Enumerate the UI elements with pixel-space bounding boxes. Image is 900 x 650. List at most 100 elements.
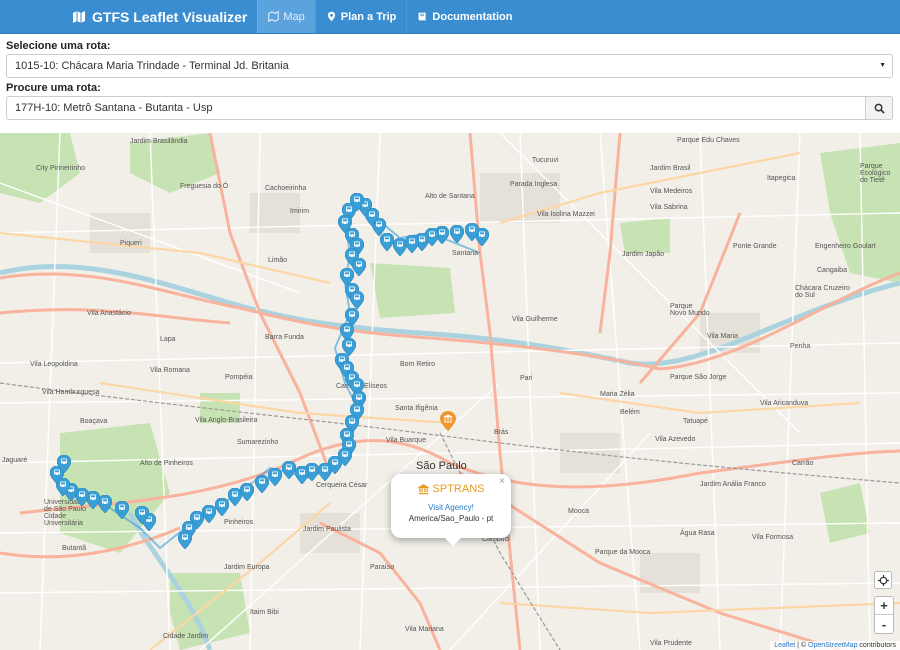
bus-stop-marker[interactable]: [178, 531, 192, 549]
osm-link[interactable]: OpenStreetMap: [808, 642, 857, 649]
route-search-input[interactable]: [6, 96, 866, 120]
visit-agency-link[interactable]: Visit Agency!: [391, 503, 511, 512]
bus-icon: [135, 506, 149, 524]
bus-stop-marker[interactable]: [465, 223, 479, 241]
agency-marker[interactable]: [440, 411, 456, 431]
bus-stop-marker[interactable]: [393, 238, 407, 256]
attribution-contributors: contributors: [859, 642, 896, 649]
bus-stop-marker[interactable]: [98, 495, 112, 513]
bus-stop-marker[interactable]: [255, 475, 269, 493]
bus-stop-marker[interactable]: [282, 461, 296, 479]
map-label: Vila Anglo-Brasileira: [195, 417, 258, 424]
map-label: Parque Novo Mundo: [670, 303, 710, 317]
book-icon: [418, 12, 427, 21]
bus-stop-marker[interactable]: [115, 501, 129, 519]
map-label: Vila Sabrina: [650, 204, 688, 211]
map-label: Brás: [494, 429, 509, 436]
map-tiles: [0, 133, 900, 650]
map-label: Tatuapé: [683, 418, 708, 425]
map-label: Lapa: [160, 336, 176, 343]
zoom-out-button[interactable]: -: [875, 615, 893, 633]
map-label: Cerqueira César: [316, 482, 368, 489]
map-label: Parada Inglesa: [510, 181, 558, 188]
bus-icon: [255, 475, 269, 493]
map-label: Vila Hamburguesa: [42, 389, 100, 396]
bus-icon: [465, 223, 479, 241]
map-label: Itaim Bibi: [250, 609, 279, 616]
route-form: Selecione uma rota: 1015-10: Chácara Mar…: [0, 34, 900, 133]
bus-icon: [318, 463, 332, 481]
bus-stop-marker[interactable]: [352, 258, 366, 276]
bus-stop-marker[interactable]: [215, 498, 229, 516]
map-label: Vila Leopoldina: [30, 361, 78, 368]
map-label: Alto de Pinheiros: [140, 460, 193, 467]
map-label: Parque Ecológico do Tietê: [860, 163, 891, 184]
map-label: Pompéia: [225, 374, 253, 381]
map-attribution: Leaflet | © OpenStreetMap contributors: [770, 641, 900, 650]
map-label: Santana: [452, 250, 479, 257]
bus-stop-marker[interactable]: [228, 488, 242, 506]
popup-title: SPTRANS: [432, 483, 485, 495]
bus-stop-marker[interactable]: [295, 466, 309, 484]
bus-stop-marker[interactable]: [135, 506, 149, 524]
map-label: Vila Mariana: [405, 626, 444, 633]
bus-stop-marker[interactable]: [450, 225, 464, 243]
map-label: Chácara Cruzeiro do Sul: [795, 285, 850, 299]
bus-stop-marker[interactable]: [350, 291, 364, 309]
brand[interactable]: GTFS Leaflet Visualizer: [0, 0, 257, 33]
leaflet-link[interactable]: Leaflet: [774, 642, 795, 649]
map-label: Pari: [520, 375, 533, 382]
bank-icon: [417, 483, 429, 494]
map-label: Vila Isolina Mazzei: [537, 211, 595, 218]
map-icon: [268, 11, 280, 22]
map-label: Sumarezinho: [237, 439, 279, 446]
map-label: Boaçava: [80, 418, 108, 425]
bus-stop-marker[interactable]: [202, 505, 216, 523]
map-label: Ponte Grande: [733, 243, 777, 250]
zoom-in-button[interactable]: +: [875, 597, 893, 615]
bus-icon: [202, 505, 216, 523]
map-label: Água Rasa: [680, 530, 715, 537]
map-pin-icon: [327, 11, 335, 22]
close-icon[interactable]: ×: [499, 476, 505, 487]
map-label: Jardim Paulista: [303, 526, 351, 533]
map-label: Vila Azevedo: [655, 436, 696, 443]
popup-title-row: SPTRANS: [391, 483, 511, 495]
map-label: Cangaiba: [817, 267, 847, 274]
map-label: Engenheiro Goulart: [815, 243, 876, 250]
map-label: Itapegica: [767, 175, 796, 182]
map-label: Vila Anastácio: [87, 310, 131, 317]
map-label: Freguesia do Ó: [180, 183, 229, 190]
bus-stop-marker[interactable]: [57, 455, 71, 473]
bus-stop-marker[interactable]: [240, 483, 254, 501]
bus-stop-marker[interactable]: [268, 468, 282, 486]
bus-icon: [268, 468, 282, 486]
bus-icon: [450, 225, 464, 243]
map-label: Piqueri: [120, 240, 142, 247]
map-label: Maria Zélia: [600, 391, 635, 398]
search-button[interactable]: [866, 96, 893, 120]
search-icon: [874, 103, 885, 114]
map-label-city: São Paulo: [416, 460, 467, 472]
map-label: Santa Ifigênia: [395, 405, 438, 412]
map-label: Pinheiros: [224, 519, 254, 526]
nav-plan-a-trip[interactable]: Plan a Trip: [314, 0, 407, 33]
map[interactable]: Jardim Brasilândia City Pirineirinho Fre…: [0, 133, 900, 650]
bus-icon: [228, 488, 242, 506]
bus-icon: [98, 495, 112, 513]
nav-map[interactable]: Map: [257, 0, 315, 33]
bus-icon: [295, 466, 309, 484]
map-label: Tucuruvi: [532, 157, 559, 164]
locate-button[interactable]: [874, 571, 892, 589]
nav-documentation[interactable]: Documentation: [406, 0, 522, 33]
map-label: Bom Retiro: [400, 361, 436, 368]
map-label: Cachoeirinha: [265, 185, 307, 192]
map-label: Jaguaré: [2, 457, 28, 464]
map-label: Vila Medeiros: [650, 188, 693, 195]
map-label: Cidade Jardim: [163, 633, 209, 640]
zoom-control: + -: [874, 596, 894, 634]
navbar: GTFS Leaflet Visualizer Map Plan a Trip …: [0, 0, 900, 34]
route-select[interactable]: 1015-10: Chácara Maria Trindade - Termin…: [6, 54, 893, 78]
bus-stop-marker[interactable]: [318, 463, 332, 481]
bus-stop-marker[interactable]: [405, 235, 419, 253]
